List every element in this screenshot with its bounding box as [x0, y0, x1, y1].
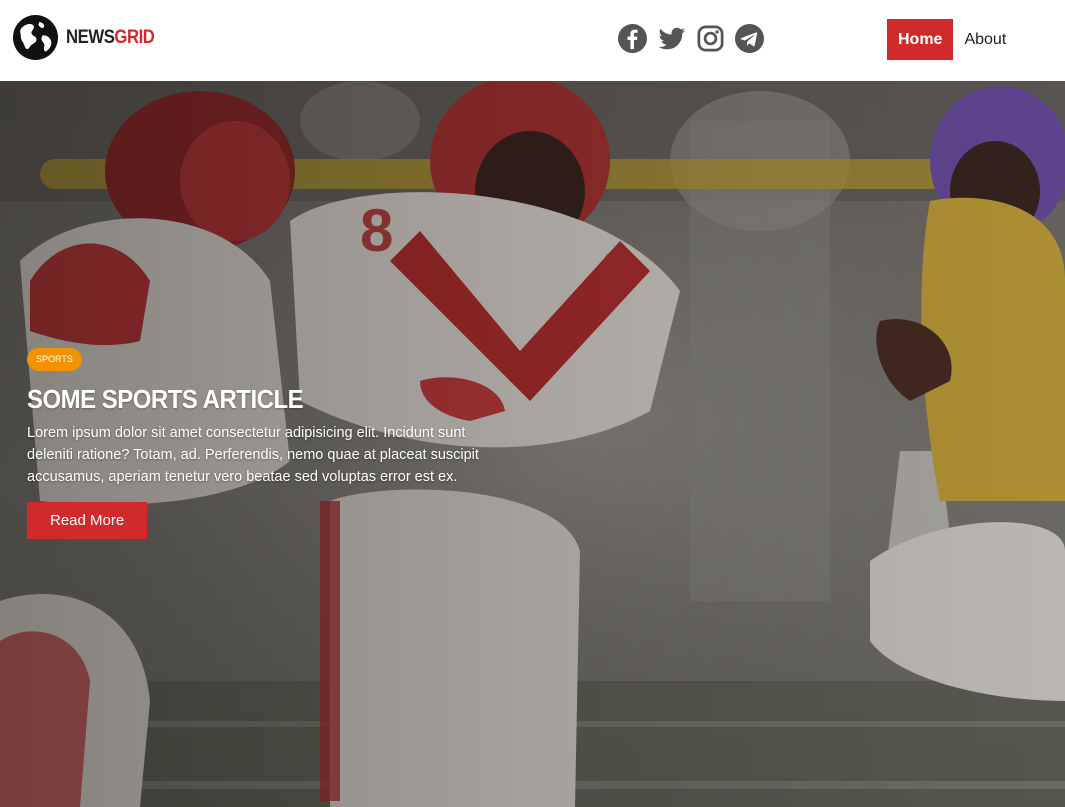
main-nav: Home About — [887, 19, 1017, 60]
brand-name-part1: NEWS — [66, 26, 115, 48]
globe-icon — [12, 14, 59, 61]
site-logo[interactable]: NEWSGRID — [12, 14, 167, 61]
social-links — [617, 23, 773, 54]
nav-item-home[interactable]: Home — [887, 19, 954, 60]
telegram-icon[interactable] — [734, 23, 765, 54]
article-excerpt: Lorem ipsum dolor sit amet consectetur a… — [27, 425, 479, 485]
site-header: NEWSGRID Home About — [0, 0, 1065, 81]
twitter-icon[interactable] — [656, 23, 687, 54]
hero-banner: 8 8 SPORTS SOME SPORTS ARTICLE Lorem ips… — [0, 81, 1065, 807]
brand-name: NEWSGRID — [66, 26, 155, 49]
instagram-icon[interactable] — [695, 23, 726, 54]
hero-content: SPORTS SOME SPORTS ARTICLE Lorem ipsum d… — [27, 348, 497, 539]
read-more-button[interactable]: Read More — [27, 502, 148, 539]
facebook-icon[interactable] — [617, 23, 648, 54]
article-title[interactable]: SOME SPORTS ARTICLE — [27, 383, 459, 415]
nav-item-about[interactable]: About — [953, 19, 1017, 60]
brand-name-part2: GRID — [114, 26, 155, 48]
category-badge[interactable]: SPORTS — [27, 348, 82, 371]
